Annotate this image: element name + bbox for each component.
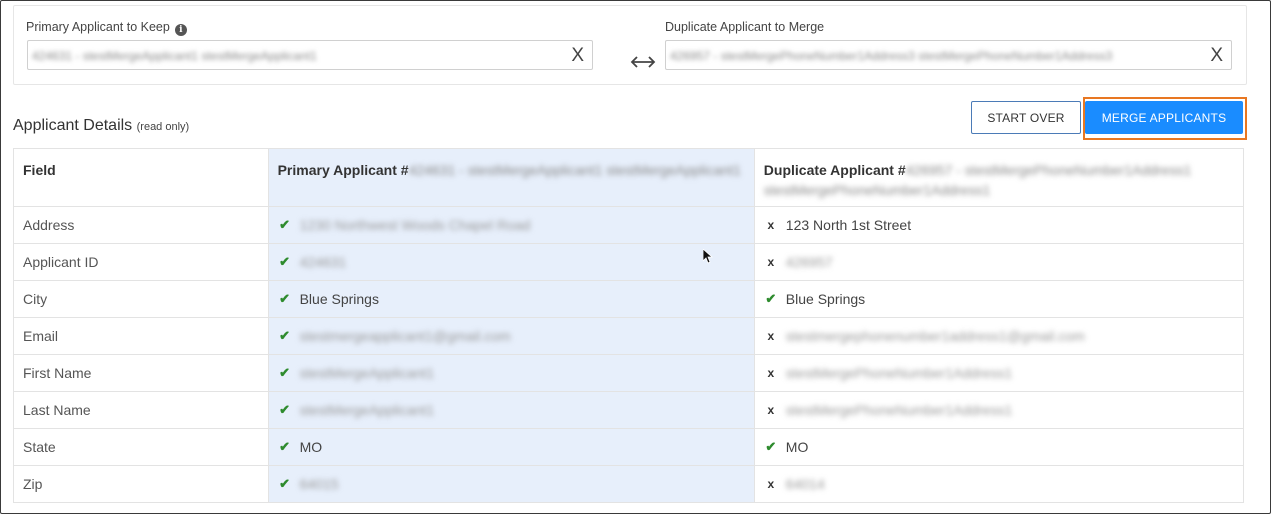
x-mark-icon: x — [767, 477, 775, 491]
primary-value-text: stestmergeapplicant1@gmail.com — [299, 328, 511, 344]
primary-value-cell[interactable]: ✔ stestMergeApplicant1 — [267, 392, 755, 428]
primary-value-cell[interactable]: ✔ stestmergeapplicant1@gmail.com — [267, 318, 755, 354]
check-icon: ✔ — [279, 476, 291, 491]
x-mark-icon: x — [767, 218, 775, 232]
primary-value-text: MO — [299, 439, 323, 455]
field-name-cell: Email — [23, 328, 59, 344]
primary-value-cell[interactable]: ✔ Blue Springs — [267, 281, 755, 317]
primary-header-name: - stestMergeApplicant1 stestMergeApplica… — [459, 162, 741, 178]
duplicate-header-id: 426957 — [905, 162, 953, 178]
duplicate-value-text: Blue Springs — [785, 291, 866, 307]
primary-clear-icon[interactable]: X — [571, 45, 584, 67]
duplicate-value-text: 426957 — [785, 254, 833, 270]
check-icon: ✔ — [279, 254, 291, 269]
table-row: Last Name ✔ stestMergeApplicant1 x stestMerg… — [14, 391, 1243, 428]
check-icon: ✔ — [279, 365, 291, 380]
primary-value-text: Blue Springs — [299, 291, 379, 307]
mouse-cursor-icon — [703, 249, 713, 264]
duplicate-applicant-select[interactable]: 426957 - stestMergePhoneNumber1Address3 … — [665, 40, 1232, 70]
duplicate-value-text: 123 North 1st Street — [785, 217, 912, 233]
primary-value-text: stestMergeApplicant1 — [299, 365, 435, 381]
duplicate-value-text: stestMergePhoneNumber1Address1 — [785, 365, 1013, 381]
duplicate-applicant-label: Duplicate Applicant to Merge — [665, 20, 825, 34]
primary-applicant-select[interactable]: 424631 - stestMergeApplicant1 stestMerge… — [27, 40, 593, 70]
primary-value-text: 1230 Northwest Woods Chapel Road — [299, 217, 531, 233]
duplicate-value-cell[interactable]: x 123 North 1st Street — [755, 207, 1243, 243]
table-row: City ✔ Blue Springs ✔ Blue Springs — [14, 280, 1243, 317]
primary-column-header: Primary Applicant #424631 - stestMergeAp… — [267, 149, 755, 206]
duplicate-column-header: Duplicate Applicant #426957 - stestMerge… — [755, 149, 1243, 206]
duplicate-value-text: stestmergephonenumber1address1@gmail.com — [785, 328, 1085, 344]
primary-header-prefix: Primary Applicant # — [277, 162, 409, 178]
table-row: State ✔ MO ✔ MO — [14, 428, 1243, 465]
duplicate-value-text: MO — [785, 439, 809, 455]
table-row: Zip ✔ 64015 x 64014 — [14, 465, 1243, 502]
check-icon: ✔ — [279, 439, 291, 454]
table-body: Address ✔ 1230 Northwest Woods Chapel Road… — [14, 206, 1243, 502]
applicant-selector-panel: Primary Applicant to Keep i 424631 - stes… — [13, 5, 1247, 85]
duplicate-value-cell[interactable]: ✔ MO — [755, 429, 1243, 465]
primary-value-cell[interactable]: ✔ 64015 — [267, 466, 755, 502]
x-mark-icon: x — [767, 366, 775, 380]
primary-applicant-label-text: Primary Applicant to Keep — [26, 20, 170, 34]
duplicate-value-cell[interactable]: ✔ Blue Springs — [755, 281, 1243, 317]
start-over-button[interactable]: START OVER — [971, 101, 1081, 134]
field-name-cell: Zip — [23, 476, 43, 492]
duplicate-header-prefix: Duplicate Applicant # — [763, 162, 906, 178]
duplicate-value-cell[interactable]: x stestMergePhoneNumber1Address1 — [755, 355, 1243, 391]
check-icon: ✔ — [279, 402, 291, 417]
table-row: Address ✔ 1230 Northwest Woods Chapel Road… — [14, 206, 1243, 243]
primary-applicant-value: 424631 - stestMergeApplicant1 stestMerge… — [32, 49, 317, 63]
field-name-cell: State — [23, 439, 56, 455]
primary-header-id: 424631 — [408, 162, 456, 178]
duplicate-value-cell[interactable]: x 426957 — [755, 244, 1243, 280]
table-row: First Name ✔ stestMergeApplicant1 x stestMer… — [14, 354, 1243, 391]
duplicate-value-text: 64014 — [785, 476, 825, 492]
details-subtitle: (read only) — [136, 121, 190, 133]
primary-value-text: 424631 — [299, 254, 347, 270]
primary-value-text: 64015 — [299, 476, 339, 492]
duplicate-value-text: stestMergePhoneNumber1Address1 — [785, 402, 1013, 418]
field-name-cell: Address — [23, 217, 75, 233]
x-mark-icon: x — [767, 403, 775, 417]
table-row: Email ✔ stestmergeapplicant1@gmail.com x ste… — [14, 317, 1243, 354]
check-icon: ✔ — [279, 291, 291, 306]
applicant-details-title: Applicant Details (read only) — [13, 117, 189, 135]
duplicate-clear-icon[interactable]: X — [1210, 45, 1223, 67]
primary-value-text: stestMergeApplicant1 — [299, 402, 435, 418]
check-icon: ✔ — [765, 291, 777, 306]
x-mark-icon: x — [767, 255, 775, 269]
duplicate-value-cell[interactable]: x stestMergePhoneNumber1Address1 — [755, 392, 1243, 428]
table-header-row: Field Primary Applicant #424631 - stestM… — [14, 149, 1243, 206]
table-row: Applicant ID ✔ 424631 x 426957 — [14, 243, 1243, 280]
merge-applicants-button[interactable]: MERGE APPLICANTS — [1085, 101, 1243, 134]
field-name-cell: City — [23, 291, 48, 307]
check-icon: ✔ — [279, 217, 291, 232]
info-icon[interactable]: i — [174, 24, 187, 36]
duplicate-applicant-value: 426957 - stestMergePhoneNumber1Address3 … — [670, 49, 1113, 63]
check-icon: ✔ — [279, 328, 291, 343]
primary-value-cell[interactable]: ✔ 424631 — [267, 244, 755, 280]
primary-applicant-label: Primary Applicant to Keep i — [26, 20, 187, 36]
duplicate-value-cell[interactable]: x 64014 — [755, 466, 1243, 502]
field-column-header: Field — [23, 162, 56, 178]
field-name-cell: Last Name — [23, 402, 91, 418]
applicant-details-table: Field Primary Applicant #424631 - stestM… — [13, 148, 1244, 503]
x-mark-icon: x — [767, 329, 775, 343]
details-title-text: Applicant Details — [13, 117, 133, 134]
primary-value-cell[interactable]: ✔ MO — [267, 429, 755, 465]
field-name-cell: First Name — [23, 365, 92, 381]
swap-arrows-icon — [630, 56, 656, 68]
primary-value-cell[interactable]: ✔ 1230 Northwest Woods Chapel Road — [267, 207, 755, 243]
field-name-cell: Applicant ID — [23, 254, 99, 270]
primary-value-cell[interactable]: ✔ stestMergeApplicant1 — [267, 355, 755, 391]
duplicate-value-cell[interactable]: x stestmergephonenumber1address1@gmail.co… — [755, 318, 1243, 354]
check-icon: ✔ — [765, 439, 777, 454]
